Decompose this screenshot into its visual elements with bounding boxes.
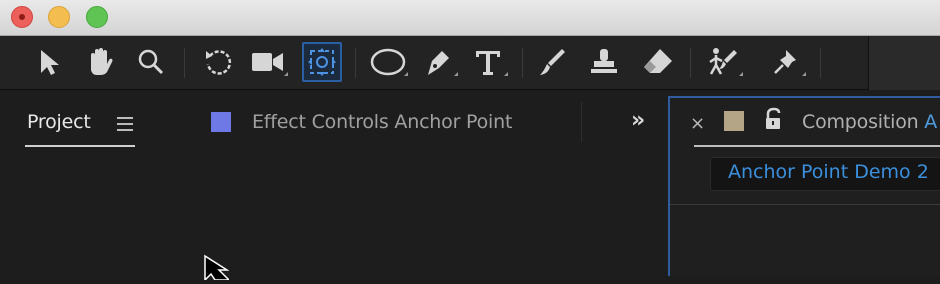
title-bar bbox=[0, 0, 940, 36]
panel-divider bbox=[670, 204, 940, 205]
panel-menu-icon[interactable] bbox=[117, 117, 133, 131]
arrow-cursor-icon bbox=[41, 50, 59, 75]
close-window-button[interactable] bbox=[11, 6, 33, 28]
ellipse-icon bbox=[370, 48, 408, 76]
zoom-window-button[interactable] bbox=[86, 6, 108, 28]
toolbar-separator bbox=[820, 48, 821, 78]
tab-divider bbox=[581, 102, 582, 142]
type-tool-button[interactable] bbox=[468, 42, 508, 82]
rotate-icon bbox=[206, 50, 232, 75]
tab-composition-name: A bbox=[924, 111, 938, 133]
hand-tool-button[interactable] bbox=[80, 42, 120, 82]
magnifier-icon bbox=[138, 49, 164, 75]
toolbar-separator bbox=[690, 48, 691, 78]
tools-toolbar bbox=[0, 36, 940, 90]
brush-icon bbox=[540, 49, 565, 75]
clone-stamp-tool-button[interactable] bbox=[584, 42, 624, 82]
hand-icon bbox=[91, 48, 113, 75]
pen-icon bbox=[428, 51, 458, 76]
eraser-icon bbox=[644, 49, 672, 73]
close-icon bbox=[19, 14, 25, 20]
lock-icon[interactable] bbox=[764, 107, 784, 131]
mouse-cursor-icon bbox=[203, 254, 231, 282]
pin-icon bbox=[774, 50, 806, 76]
rotation-tool-button[interactable] bbox=[198, 42, 238, 82]
toolbar-separator bbox=[355, 48, 356, 78]
roto-brush-icon bbox=[709, 48, 743, 76]
tab-composition[interactable]: Composition A bbox=[802, 111, 937, 133]
pen-tool-button[interactable] bbox=[418, 42, 458, 82]
type-icon bbox=[476, 51, 508, 76]
active-tab-indicator bbox=[694, 145, 940, 147]
ellipse-tool-button[interactable] bbox=[368, 42, 408, 82]
stamp-icon bbox=[591, 49, 617, 73]
toolbar-separator bbox=[522, 48, 523, 78]
selection-tool-button[interactable] bbox=[30, 42, 70, 82]
roto-brush-tool-button[interactable] bbox=[703, 42, 743, 82]
zoom-tool-button[interactable] bbox=[130, 42, 170, 82]
brush-tool-button[interactable] bbox=[532, 42, 572, 82]
label-color-swatch bbox=[211, 112, 231, 132]
pan-behind-tool-button[interactable] bbox=[302, 42, 342, 82]
puppet-pin-tool-button[interactable] bbox=[766, 42, 806, 82]
tab-composition-label: Composition bbox=[802, 111, 925, 133]
video-camera-icon bbox=[252, 53, 288, 76]
camera-tool-button[interactable] bbox=[248, 42, 288, 82]
composition-color-swatch bbox=[724, 111, 744, 131]
minimize-window-button[interactable] bbox=[48, 6, 70, 28]
toolbar-workspace-area bbox=[868, 36, 940, 90]
toolbar-separator bbox=[184, 48, 185, 78]
tab-project[interactable]: Project bbox=[27, 111, 91, 133]
tab-overflow-chevron-icon[interactable]: » bbox=[631, 108, 645, 133]
active-tab-indicator bbox=[25, 145, 135, 147]
anchor-point-icon bbox=[308, 48, 336, 76]
eraser-tool-button[interactable] bbox=[638, 42, 678, 82]
composition-breadcrumb[interactable]: Anchor Point Demo 2 bbox=[728, 161, 929, 183]
tab-effect-controls[interactable]: Effect Controls Anchor Point bbox=[252, 111, 512, 133]
close-tab-icon[interactable]: × bbox=[690, 113, 705, 134]
